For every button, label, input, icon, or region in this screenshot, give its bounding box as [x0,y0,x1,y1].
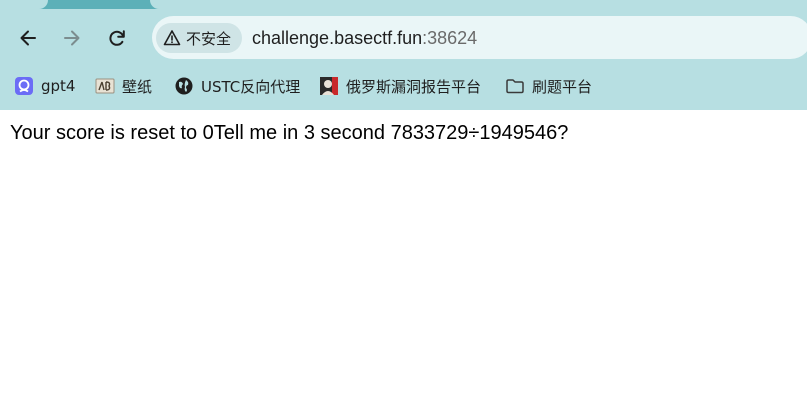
bookmark-ustc-proxy[interactable]: USTC反向代理 [174,74,300,98]
challenge-message: Your score is reset to 0Tell me in 3 sec… [10,122,569,144]
forward-button[interactable] [56,22,88,54]
reload-button[interactable] [101,22,133,54]
reload-icon [109,30,125,46]
security-indicator[interactable]: 不安全 [156,23,242,53]
globe-icon [174,76,194,96]
gpt-bookmark-icon [14,76,34,96]
url-host: challenge.basectf.fun [252,28,423,48]
folder-icon [505,76,525,96]
url-port: :38624 [422,28,478,48]
url-text[interactable]: challenge.basectf.fun:38624 [252,26,477,50]
bookmark-label: 刷题平台 [532,77,593,96]
back-arrow-icon [20,30,36,46]
inactive-tab[interactable] [150,0,807,9]
bookmark-label: 俄罗斯漏洞报告平台 [346,77,482,96]
back-button[interactable] [12,22,44,54]
avatar-bookmark-icon [319,76,339,96]
bookmark-label: 壁纸 [122,77,153,96]
security-label: 不安全 [186,29,232,48]
active-tab[interactable] [0,0,48,9]
wallpaper-bookmark-icon [95,76,115,96]
bookmarks-bar: gpt4 壁纸 USTC反向代理 俄罗斯漏洞报告平台 刷题平台 [0,70,807,102]
bookmark-russian-vuln[interactable]: 俄罗斯漏洞报告平台 [319,74,481,98]
bookmark-label: gpt4 [41,77,76,95]
bookmark-wallpaper[interactable]: 壁纸 [95,74,152,98]
warning-icon [163,30,181,46]
address-bar[interactable] [152,16,807,59]
bookmark-folder-practice[interactable]: 刷题平台 [505,74,592,98]
bookmark-gpt4[interactable]: gpt4 [14,74,75,98]
bookmark-label: USTC反向代理 [201,77,301,96]
forward-arrow-icon [64,30,80,46]
browser-chrome: 不安全 challenge.basectf.fun:38624 gpt4 壁纸 … [0,0,807,110]
